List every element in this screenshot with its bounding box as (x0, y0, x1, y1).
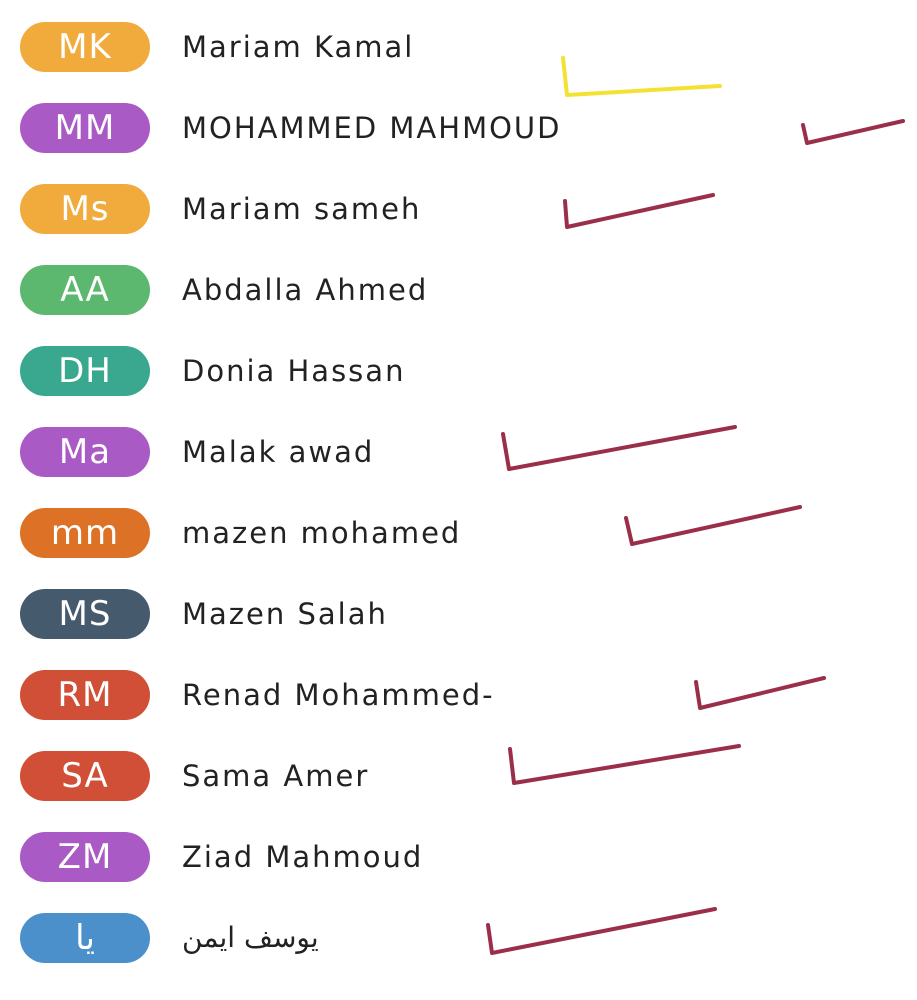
checkmark-icon (694, 676, 826, 710)
checkmark-icon (501, 425, 737, 471)
avatar: يا (20, 913, 150, 963)
avatar: MM (20, 103, 150, 153)
participant-name: يوسف ايمن (182, 921, 319, 954)
list-item[interactable]: يا يوسف ايمن (0, 907, 917, 994)
list-item[interactable]: ZM Ziad Mahmoud (0, 832, 917, 913)
list-item[interactable]: Ms Mariam sameh (0, 184, 917, 265)
checkmark-icon (563, 193, 715, 229)
participant-name: Abdalla Ahmed (182, 273, 429, 307)
list-item[interactable]: MK Mariam Kamal (0, 22, 917, 103)
avatar: Ma (20, 427, 150, 477)
participant-name: Ziad Mahmoud (182, 840, 424, 874)
participant-name: Renad Mohammed- (182, 678, 495, 712)
avatar: MS (20, 589, 150, 639)
avatar: ZM (20, 832, 150, 882)
checkmark-icon (508, 744, 741, 785)
participant-name: mazen mohamed (182, 516, 462, 550)
checkmark-icon (801, 119, 905, 145)
participant-list: MK Mariam Kamal MM MOHAMMED MAHMOUD Ms M… (0, 0, 917, 1000)
avatar: AA (20, 265, 150, 315)
list-item[interactable]: AA Abdalla Ahmed (0, 265, 917, 346)
participant-name: Mazen Salah (182, 597, 388, 631)
participant-name: Sama Amer (182, 759, 370, 793)
participant-name: Mariam Kamal (182, 30, 415, 64)
checkmark-icon (624, 505, 802, 546)
list-item[interactable]: SA Sama Amer (0, 744, 917, 832)
list-item[interactable]: MS Mazen Salah (0, 589, 917, 670)
list-item[interactable]: mm mazen mohamed (0, 505, 917, 589)
participant-name: MOHAMMED MAHMOUD (182, 111, 562, 145)
avatar: DH (20, 346, 150, 396)
list-item[interactable]: MM MOHAMMED MAHMOUD (0, 103, 917, 184)
participant-name: Mariam sameh (182, 192, 422, 226)
list-item[interactable]: RM Renad Mohammed- (0, 670, 917, 751)
checkmark-icon (486, 907, 717, 955)
list-item[interactable]: DH Donia Hassan (0, 346, 917, 427)
avatar: mm (20, 508, 150, 558)
list-item[interactable]: Ma Malak awad (0, 425, 917, 508)
participant-name: Donia Hassan (182, 354, 406, 388)
checkmark-icon (561, 56, 722, 97)
avatar: MK (20, 22, 150, 72)
avatar: RM (20, 670, 150, 720)
avatar: SA (20, 751, 150, 801)
participant-name: Malak awad (182, 435, 375, 469)
avatar: Ms (20, 184, 150, 234)
